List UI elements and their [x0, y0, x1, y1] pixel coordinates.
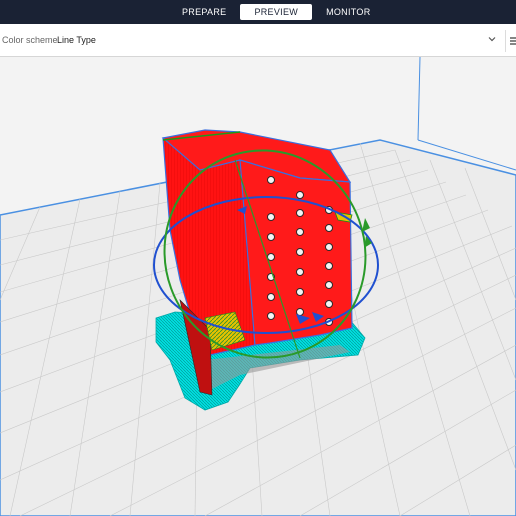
- top-navigation-bar: PREPARE PREVIEW MONITOR: [0, 0, 516, 24]
- tab-preview[interactable]: PREVIEW: [240, 4, 313, 20]
- panel-toggle-button[interactable]: [505, 30, 516, 52]
- chevron-down-icon: [488, 37, 496, 42]
- color-scheme-label: Color scheme: [2, 35, 58, 45]
- color-scheme-value: Line Type: [57, 35, 96, 45]
- model-front-face: [239, 159, 353, 346]
- color-scheme-dropdown[interactable]: Line Type: [54, 30, 500, 50]
- tab-monitor[interactable]: MONITOR: [312, 4, 384, 20]
- tab-prepare[interactable]: PREPARE: [168, 4, 240, 20]
- stage-tabs: PREPARE PREVIEW MONITOR: [168, 4, 385, 20]
- 3d-viewport[interactable]: [0, 57, 516, 516]
- panel-toggle-icon: [510, 37, 516, 45]
- color-scheme-bar: Color scheme Line Type: [0, 24, 516, 57]
